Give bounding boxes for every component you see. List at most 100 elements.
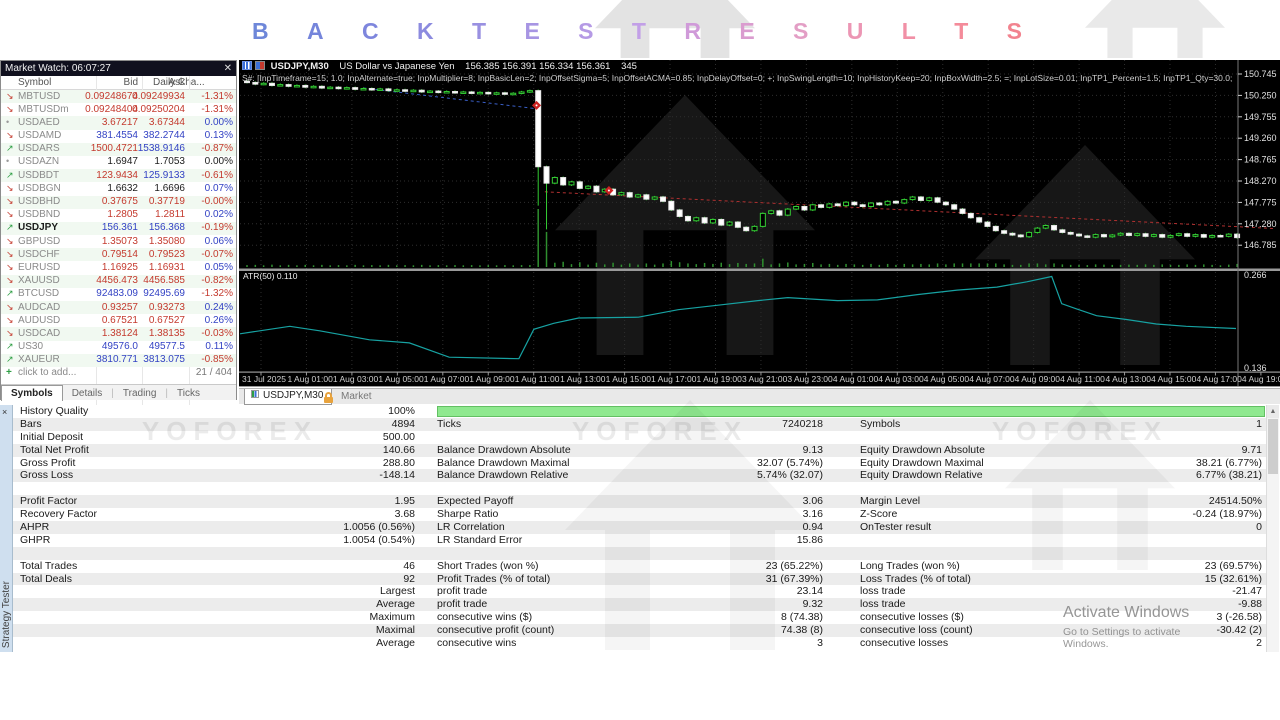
market-watch-row[interactable]: ↘AUDUSD0.675210.675270.26% [1, 314, 236, 327]
chart-type-icon [255, 61, 265, 70]
metric-value: -148.14 [233, 469, 415, 481]
metric-label: AHPR [20, 521, 49, 533]
atr-label: ATR(50) 0.110 [243, 271, 298, 281]
title-letter: S [1007, 18, 1022, 45]
market-watch-row[interactable]: ↘MBTUSDm0.092484040.09250204-1.31% [1, 103, 236, 116]
scrollbar-thumb[interactable] [1268, 419, 1278, 474]
market-watch-row[interactable]: ↘USDBGN1.66321.66960.07% [1, 182, 236, 195]
tab-ticks[interactable]: Ticks [168, 386, 209, 402]
trend-down-icon: ↘ [6, 196, 14, 207]
scroll-up-icon[interactable]: ▲ [1267, 405, 1279, 418]
lock-icon [323, 392, 334, 403]
trend-down-icon: ↘ [6, 91, 14, 102]
daily-change-value: -0.82% [151, 275, 233, 286]
metric-value: 32.07 (5.74%) [603, 457, 823, 469]
svg-text:4 Aug 15:00: 4 Aug 15:00 [1151, 374, 1197, 384]
svg-text:4 Aug 05:00: 4 Aug 05:00 [924, 374, 970, 384]
results-row[interactable]: Total Trades46Short Trades (won %)23 (65… [13, 560, 1266, 573]
results-row[interactable]: AHPR1.0056 (0.56%)LR Correlation0.94OnTe… [13, 521, 1266, 534]
daily-change-value: -0.03% [151, 328, 233, 339]
market-watch-row[interactable]: ↘EURUSD1.169251.169310.05% [1, 261, 236, 274]
results-row[interactable]: Recovery Factor3.68Sharpe Ratio3.16Z-Sco… [13, 508, 1266, 521]
metric-label: Expected Payoff [437, 495, 513, 507]
metric-label: Long Trades (won %) [860, 560, 960, 572]
title-letter: B [252, 18, 269, 45]
svg-text:1 Aug 05:00: 1 Aug 05:00 [378, 374, 424, 384]
svg-text:3 Aug 21:00: 3 Aug 21:00 [742, 374, 788, 384]
svg-text:1 Aug 19:00: 1 Aug 19:00 [697, 374, 743, 384]
add-symbol-label[interactable]: click to add... [18, 367, 76, 378]
close-icon[interactable]: ✕ [224, 61, 232, 76]
market-watch-row[interactable]: ↘USDBHD0.376750.37719-0.00% [1, 196, 236, 209]
results-row[interactable]: Total Net Profit140.66Balance Drawdown A… [13, 444, 1266, 457]
svg-text:150.250: 150.250 [1244, 90, 1277, 100]
market-watch-row[interactable]: ↗USDJPY156.361156.368-0.19% [1, 222, 236, 235]
column-daily-change[interactable]: Daily Cha... [153, 77, 205, 88]
results-row[interactable] [13, 547, 1266, 560]
market-tab-label[interactable]: Market [341, 391, 372, 402]
metric-label: Ticks [437, 418, 461, 430]
daily-change-value: -0.07% [151, 249, 233, 260]
indicator-params-label: S#: [InpTimeframe=15; 1.0; InpAlternate=… [242, 73, 1234, 84]
market-watch-column-headers: Symbol Bid Ask Daily Cha... [1, 76, 236, 90]
market-watch-row[interactable]: ↗USDBDT123.9434125.9133-0.61% [1, 169, 236, 182]
market-watch-row[interactable]: ↘USDAMD381.4554382.27440.13% [1, 130, 236, 143]
market-watch-row[interactable]: ↘USDCHF0.795140.79523-0.07% [1, 248, 236, 261]
metric-value: 100% [233, 405, 415, 417]
market-watch-row[interactable]: •USDAZN1.69471.70530.00% [1, 156, 236, 169]
metric-value: 0 [1003, 521, 1262, 533]
results-row[interactable]: History Quality100% [13, 405, 1266, 418]
trend-down-icon: ↘ [6, 104, 14, 115]
metric-label: Equity Drawdown Relative [860, 469, 983, 481]
market-watch-row[interactable]: ↘XAUUSD4456.4734456.585-0.82% [1, 275, 236, 288]
market-watch-row[interactable]: ↗USDARS1500.47211538.9146-0.87% [1, 143, 236, 156]
results-row[interactable]: GHPR1.0054 (0.54%)LR Standard Error15.86 [13, 534, 1266, 547]
market-watch-row[interactable]: ↗BTCUSD92483.0992495.69-1.32% [1, 288, 236, 301]
add-symbol-icon[interactable]: + [6, 367, 12, 378]
trend-up-icon: ↗ [6, 143, 14, 154]
market-watch-row[interactable]: •USDAED3.672173.673440.00% [1, 116, 236, 129]
metric-value: Maximum [233, 611, 415, 623]
market-watch-row[interactable]: ↘USDCAD1.381241.38135-0.03% [1, 327, 236, 340]
metric-label: Sharpe Ratio [437, 508, 498, 520]
tab-trading[interactable]: Trading [114, 386, 166, 402]
results-row[interactable]: Profit Factor1.95Expected Payoff3.06Marg… [13, 495, 1266, 508]
chart-panel[interactable]: 150.745150.250149.755149.260148.765148.2… [239, 60, 1280, 387]
chart-tabbar: USDJPY,M30 Market [239, 388, 1280, 404]
results-scrollbar[interactable]: ▲ [1266, 405, 1279, 652]
tab-symbols[interactable]: Symbols [1, 385, 63, 401]
close-icon[interactable]: × [2, 407, 7, 417]
price-chart[interactable]: 150.745150.250149.755149.260148.765148.2… [239, 60, 1280, 387]
trend-down-icon: ↘ [6, 209, 14, 220]
metric-value: 1.0056 (0.56%) [233, 521, 415, 533]
results-row[interactable]: Bars4894Ticks7240218Symbols1 [13, 418, 1266, 431]
trend-down-icon: ↘ [6, 315, 14, 326]
market-watch-title: Market Watch: 06:07:27 [5, 63, 111, 74]
tab-usdjpy-m30[interactable]: USDJPY,M30 [244, 389, 332, 405]
market-watch-row[interactable]: ↘GBPUSD1.350731.350800.06% [1, 235, 236, 248]
trend-down-icon: ↘ [6, 262, 14, 273]
results-row[interactable]: Gross Loss-148.14Balance Drawdown Relati… [13, 469, 1266, 482]
metric-value: Average [233, 637, 415, 649]
results-row[interactable]: Total Deals92Profit Trades (% of total)3… [13, 573, 1266, 586]
market-watch-rows: ↘MBTUSD0.092486740.09249934-1.31%↘MBTUSD… [1, 90, 236, 367]
market-watch-row[interactable]: ↘AUDCAD0.932570.932730.24% [1, 301, 236, 314]
market-watch-row[interactable]: ↘MBTUSD0.092486740.09249934-1.31% [1, 90, 236, 103]
metric-label: Recovery Factor [20, 508, 97, 520]
tab-details[interactable]: Details [63, 386, 112, 402]
results-row[interactable] [13, 482, 1266, 495]
results-row[interactable]: Gross Profit288.80Balance Drawdown Maxim… [13, 457, 1266, 470]
metric-label: Short Trades (won %) [437, 560, 539, 572]
metric-value: 92 [233, 573, 415, 585]
results-row[interactable]: Largestprofit trade23.14loss trade-21.47 [13, 585, 1266, 598]
activate-windows-watermark: Activate Windows Go to Settings to activ… [1063, 604, 1228, 650]
metric-value: 15 (32.61%) [1003, 573, 1262, 585]
tab-strategy-tester[interactable]: Strategy Tester [1, 581, 12, 648]
market-watch-row[interactable]: ↗US3049576.049577.50.11% [1, 341, 236, 354]
svg-text:0.266: 0.266 [1244, 270, 1267, 280]
market-watch-row[interactable]: ↗XAUEUR3810.7713813.075-0.85% [1, 354, 236, 367]
trend-down-icon: ↘ [6, 130, 14, 141]
daily-change-value: -0.85% [151, 354, 233, 365]
results-row[interactable]: Initial Deposit500.00 [13, 431, 1266, 444]
market-watch-row[interactable]: ↘USDBND1.28051.28110.02% [1, 209, 236, 222]
